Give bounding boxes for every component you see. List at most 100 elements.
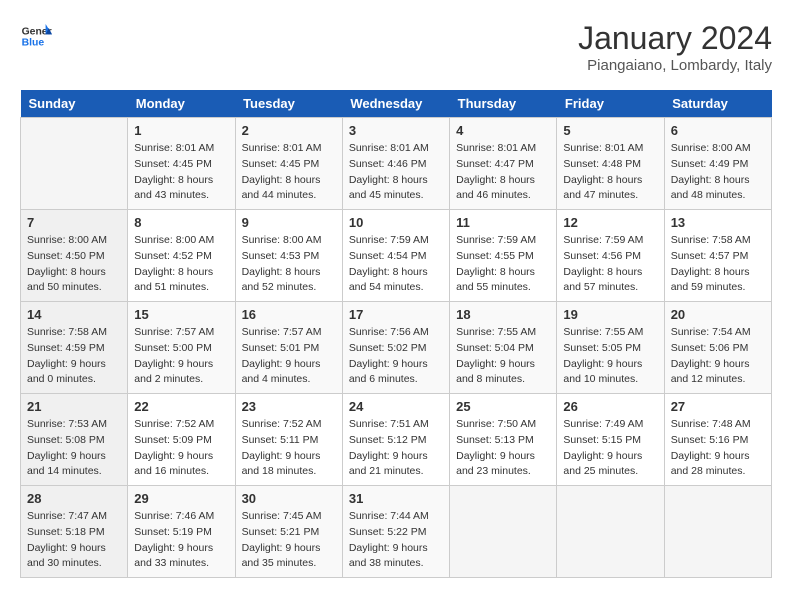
day-info: Sunrise: 7:55 AMSunset: 5:05 PMDaylight:…: [563, 325, 657, 388]
day-number: 3: [349, 123, 443, 138]
day-number: 24: [349, 399, 443, 414]
calendar-cell: 3 Sunrise: 8:01 AMSunset: 4:46 PMDayligh…: [342, 118, 449, 210]
day-info: Sunrise: 7:52 AMSunset: 5:09 PMDaylight:…: [134, 417, 228, 480]
day-info: Sunrise: 7:54 AMSunset: 5:06 PMDaylight:…: [671, 325, 765, 388]
calendar-cell: 4 Sunrise: 8:01 AMSunset: 4:47 PMDayligh…: [450, 118, 557, 210]
calendar-cell: [21, 118, 128, 210]
calendar-cell: 1 Sunrise: 8:01 AMSunset: 4:45 PMDayligh…: [128, 118, 235, 210]
day-info: Sunrise: 7:44 AMSunset: 5:22 PMDaylight:…: [349, 509, 443, 572]
calendar-week-row: 28 Sunrise: 7:47 AMSunset: 5:18 PMDaylig…: [21, 486, 772, 578]
calendar-cell: 27 Sunrise: 7:48 AMSunset: 5:16 PMDaylig…: [664, 394, 771, 486]
day-info: Sunrise: 7:51 AMSunset: 5:12 PMDaylight:…: [349, 417, 443, 480]
day-info: Sunrise: 8:01 AMSunset: 4:48 PMDaylight:…: [563, 141, 657, 204]
day-number: 16: [242, 307, 336, 322]
logo: General Blue: [20, 20, 52, 52]
day-info: Sunrise: 7:59 AMSunset: 4:54 PMDaylight:…: [349, 233, 443, 296]
day-number: 15: [134, 307, 228, 322]
calendar-cell: 29 Sunrise: 7:46 AMSunset: 5:19 PMDaylig…: [128, 486, 235, 578]
logo-icon: General Blue: [20, 20, 52, 52]
day-number: 20: [671, 307, 765, 322]
calendar-cell: [450, 486, 557, 578]
day-info: Sunrise: 7:50 AMSunset: 5:13 PMDaylight:…: [456, 417, 550, 480]
calendar-cell: 5 Sunrise: 8:01 AMSunset: 4:48 PMDayligh…: [557, 118, 664, 210]
day-info: Sunrise: 8:00 AMSunset: 4:53 PMDaylight:…: [242, 233, 336, 296]
day-number: 26: [563, 399, 657, 414]
day-number: 12: [563, 215, 657, 230]
day-number: 7: [27, 215, 121, 230]
calendar-table: SundayMondayTuesdayWednesdayThursdayFrid…: [20, 90, 772, 578]
calendar-cell: 21 Sunrise: 7:53 AMSunset: 5:08 PMDaylig…: [21, 394, 128, 486]
day-info: Sunrise: 7:48 AMSunset: 5:16 PMDaylight:…: [671, 417, 765, 480]
day-number: 2: [242, 123, 336, 138]
day-info: Sunrise: 8:01 AMSunset: 4:46 PMDaylight:…: [349, 141, 443, 204]
day-number: 31: [349, 491, 443, 506]
day-number: 9: [242, 215, 336, 230]
day-info: Sunrise: 7:57 AMSunset: 5:00 PMDaylight:…: [134, 325, 228, 388]
page-header: General Blue January 2024 Piangaiano, Lo…: [20, 20, 772, 74]
day-number: 5: [563, 123, 657, 138]
header-friday: Friday: [557, 90, 664, 118]
day-number: 13: [671, 215, 765, 230]
day-number: 10: [349, 215, 443, 230]
calendar-cell: 25 Sunrise: 7:50 AMSunset: 5:13 PMDaylig…: [450, 394, 557, 486]
calendar-cell: 19 Sunrise: 7:55 AMSunset: 5:05 PMDaylig…: [557, 302, 664, 394]
day-info: Sunrise: 7:57 AMSunset: 5:01 PMDaylight:…: [242, 325, 336, 388]
day-number: 23: [242, 399, 336, 414]
day-info: Sunrise: 8:00 AMSunset: 4:49 PMDaylight:…: [671, 141, 765, 204]
day-info: Sunrise: 7:47 AMSunset: 5:18 PMDaylight:…: [27, 509, 121, 572]
header-thursday: Thursday: [450, 90, 557, 118]
day-info: Sunrise: 7:49 AMSunset: 5:15 PMDaylight:…: [563, 417, 657, 480]
day-number: 6: [671, 123, 765, 138]
day-info: Sunrise: 7:58 AMSunset: 4:57 PMDaylight:…: [671, 233, 765, 296]
day-info: Sunrise: 7:58 AMSunset: 4:59 PMDaylight:…: [27, 325, 121, 388]
day-number: 28: [27, 491, 121, 506]
calendar-cell: 2 Sunrise: 8:01 AMSunset: 4:45 PMDayligh…: [235, 118, 342, 210]
calendar-cell: 11 Sunrise: 7:59 AMSunset: 4:55 PMDaylig…: [450, 210, 557, 302]
calendar-cell: 30 Sunrise: 7:45 AMSunset: 5:21 PMDaylig…: [235, 486, 342, 578]
day-number: 30: [242, 491, 336, 506]
day-number: 11: [456, 215, 550, 230]
month-title: January 2024: [578, 20, 772, 57]
day-number: 29: [134, 491, 228, 506]
day-number: 14: [27, 307, 121, 322]
day-info: Sunrise: 8:00 AMSunset: 4:52 PMDaylight:…: [134, 233, 228, 296]
day-number: 17: [349, 307, 443, 322]
day-number: 4: [456, 123, 550, 138]
calendar-cell: 18 Sunrise: 7:55 AMSunset: 5:04 PMDaylig…: [450, 302, 557, 394]
day-info: Sunrise: 7:45 AMSunset: 5:21 PMDaylight:…: [242, 509, 336, 572]
day-number: 8: [134, 215, 228, 230]
header-wednesday: Wednesday: [342, 90, 449, 118]
calendar-cell: 17 Sunrise: 7:56 AMSunset: 5:02 PMDaylig…: [342, 302, 449, 394]
header-monday: Monday: [128, 90, 235, 118]
calendar-cell: 24 Sunrise: 7:51 AMSunset: 5:12 PMDaylig…: [342, 394, 449, 486]
day-info: Sunrise: 8:00 AMSunset: 4:50 PMDaylight:…: [27, 233, 121, 296]
calendar-cell: 28 Sunrise: 7:47 AMSunset: 5:18 PMDaylig…: [21, 486, 128, 578]
day-info: Sunrise: 7:55 AMSunset: 5:04 PMDaylight:…: [456, 325, 550, 388]
calendar-cell: 9 Sunrise: 8:00 AMSunset: 4:53 PMDayligh…: [235, 210, 342, 302]
day-info: Sunrise: 7:52 AMSunset: 5:11 PMDaylight:…: [242, 417, 336, 480]
calendar-cell: 12 Sunrise: 7:59 AMSunset: 4:56 PMDaylig…: [557, 210, 664, 302]
calendar-cell: 7 Sunrise: 8:00 AMSunset: 4:50 PMDayligh…: [21, 210, 128, 302]
day-info: Sunrise: 7:46 AMSunset: 5:19 PMDaylight:…: [134, 509, 228, 572]
calendar-cell: 26 Sunrise: 7:49 AMSunset: 5:15 PMDaylig…: [557, 394, 664, 486]
svg-text:Blue: Blue: [22, 38, 45, 49]
calendar-cell: 20 Sunrise: 7:54 AMSunset: 5:06 PMDaylig…: [664, 302, 771, 394]
calendar-cell: [664, 486, 771, 578]
calendar-cell: 10 Sunrise: 7:59 AMSunset: 4:54 PMDaylig…: [342, 210, 449, 302]
calendar-week-row: 14 Sunrise: 7:58 AMSunset: 4:59 PMDaylig…: [21, 302, 772, 394]
calendar-cell: 13 Sunrise: 7:58 AMSunset: 4:57 PMDaylig…: [664, 210, 771, 302]
title-block: January 2024 Piangaiano, Lombardy, Italy: [578, 20, 772, 74]
day-number: 21: [27, 399, 121, 414]
day-number: 19: [563, 307, 657, 322]
day-info: Sunrise: 7:56 AMSunset: 5:02 PMDaylight:…: [349, 325, 443, 388]
day-info: Sunrise: 8:01 AMSunset: 4:47 PMDaylight:…: [456, 141, 550, 204]
day-info: Sunrise: 8:01 AMSunset: 4:45 PMDaylight:…: [134, 141, 228, 204]
calendar-cell: 23 Sunrise: 7:52 AMSunset: 5:11 PMDaylig…: [235, 394, 342, 486]
calendar-cell: 16 Sunrise: 7:57 AMSunset: 5:01 PMDaylig…: [235, 302, 342, 394]
calendar-cell: [557, 486, 664, 578]
day-number: 25: [456, 399, 550, 414]
header-tuesday: Tuesday: [235, 90, 342, 118]
day-info: Sunrise: 7:59 AMSunset: 4:56 PMDaylight:…: [563, 233, 657, 296]
day-info: Sunrise: 7:59 AMSunset: 4:55 PMDaylight:…: [456, 233, 550, 296]
header-sunday: Sunday: [21, 90, 128, 118]
